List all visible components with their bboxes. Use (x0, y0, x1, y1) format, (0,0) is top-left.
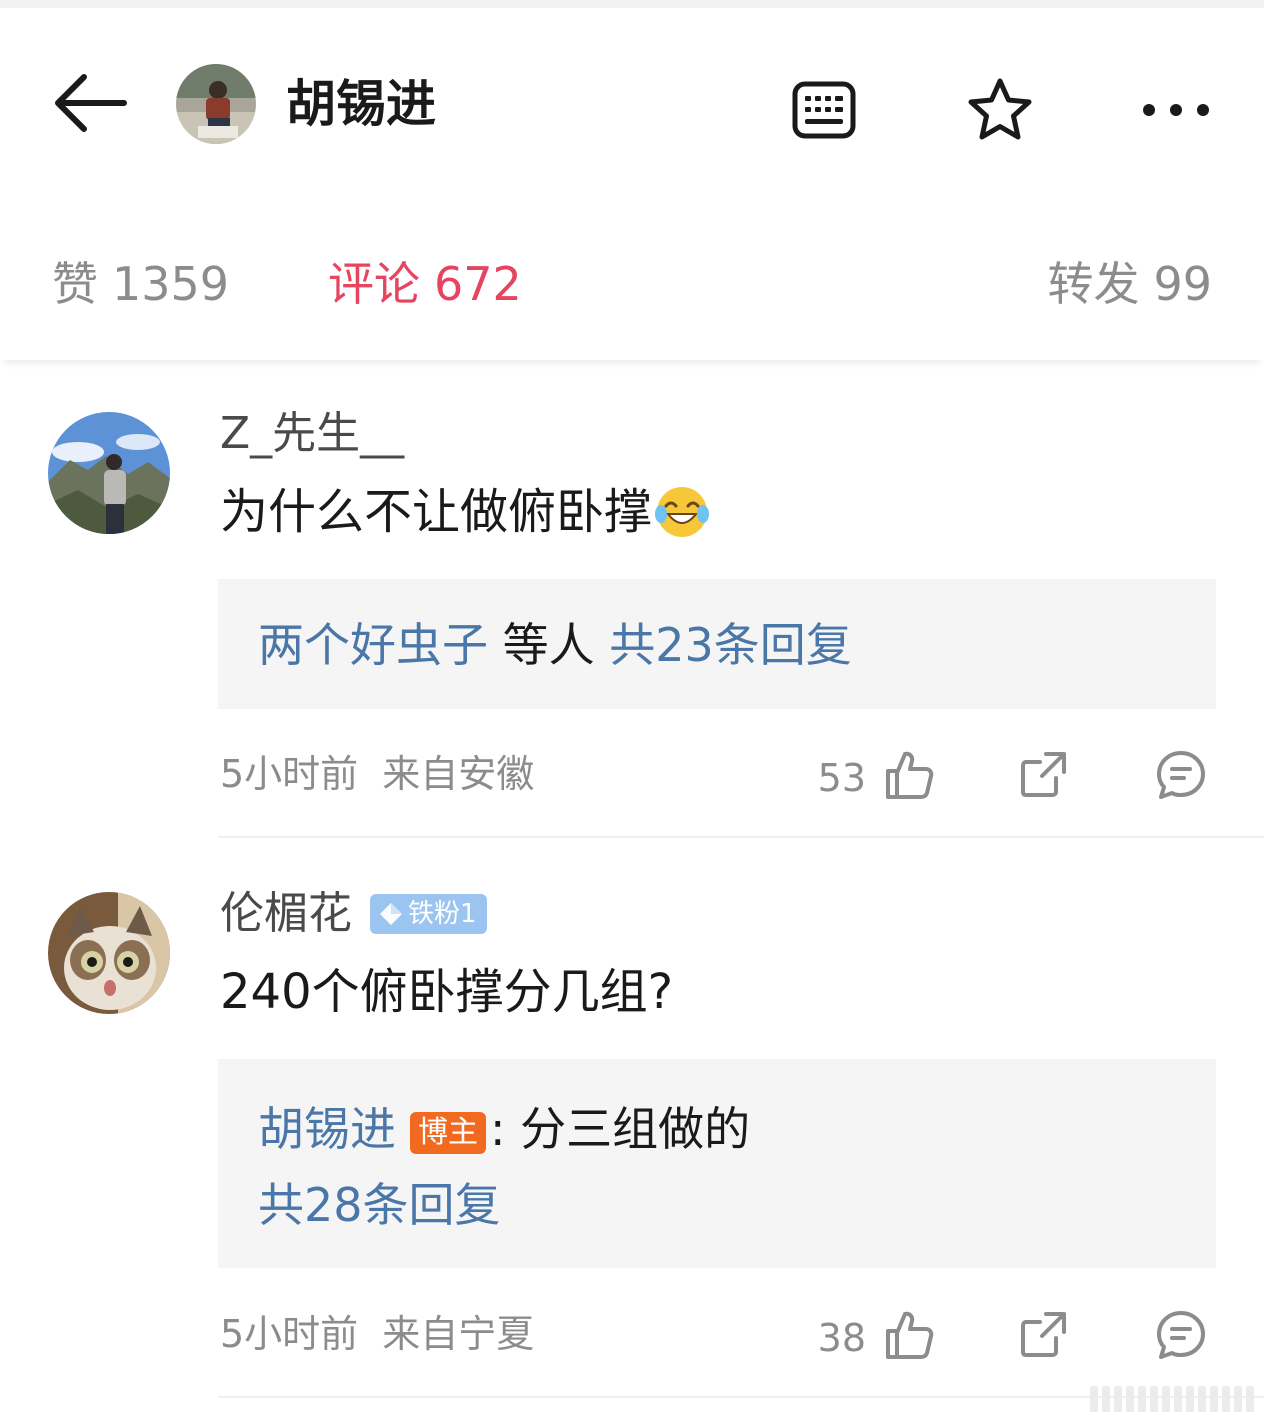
likes-label: 赞 (52, 257, 98, 311)
like-button[interactable] (880, 1306, 938, 1364)
reply-count-link[interactable]: 共28条回复 (258, 1178, 501, 1232)
watermark-bars (1090, 1386, 1260, 1416)
page-title: 胡锡进 (286, 75, 436, 133)
fans-badge-label: 铁粉1 (408, 899, 477, 929)
diamond-icon (380, 903, 402, 925)
reply-text: : 分三组做的 (490, 1102, 751, 1156)
comment-time: 5小时前 (220, 1312, 359, 1356)
timeline-button[interactable] (788, 76, 860, 144)
tab-reposts[interactable]: 转发 99 (1047, 254, 1212, 314)
star-icon (968, 78, 1032, 140)
like-button[interactable] (880, 746, 938, 804)
comment-body: 为什么不让做俯卧撑 (220, 484, 653, 540)
reply-author-link[interactable]: 胡锡进 (258, 1102, 396, 1156)
author-avatar[interactable] (176, 64, 256, 144)
reply-summary[interactable]: 胡锡进 博主: 分三组做的 共28条回复 (218, 1059, 1216, 1268)
comment-text: 240个俯卧撑分几组? (220, 962, 673, 1022)
username: Z_先生__ (220, 408, 405, 459)
like-count: 38 (817, 1316, 866, 1360)
comment-body: 240个俯卧撑分几组? (220, 964, 674, 1020)
commenter-name[interactable]: Z_先生__ (220, 408, 404, 460)
share-button[interactable] (1016, 1306, 1072, 1362)
post-header: 胡锡进 赞 1359 评论 672 转发 99 (0, 8, 1264, 360)
reply-summary[interactable]: 两个好虫子 等人 共23条回复 (218, 579, 1216, 709)
comment-time: 5小时前 (220, 752, 359, 796)
commenter-name[interactable]: 伦楣花 铁粉1 (220, 888, 487, 940)
back-arrow-icon (55, 74, 127, 132)
share-icon (1021, 752, 1066, 797)
commenter-avatar[interactable] (48, 892, 170, 1014)
comment-text: 为什么不让做俯卧撑 (220, 482, 710, 542)
back-button[interactable] (48, 68, 132, 138)
more-button[interactable] (1136, 90, 1216, 130)
favorite-button[interactable] (962, 72, 1038, 148)
more-icon (1143, 104, 1209, 116)
reposts-count: 99 (1153, 257, 1212, 311)
comments-count: 672 (434, 257, 522, 311)
comment-meta: 5小时前 来自宁夏 (220, 1310, 534, 1358)
like-count: 53 (817, 756, 866, 800)
tab-likes[interactable]: 赞 1359 (52, 254, 229, 314)
host-badge: 博主 (410, 1111, 486, 1154)
comment-location: 来自宁夏 (382, 1312, 535, 1356)
fans-badge: 铁粉1 (370, 894, 487, 934)
tab-comments[interactable]: 评论 672 (328, 254, 522, 314)
likes-count: 1359 (112, 257, 230, 311)
comment-icon (1157, 751, 1205, 799)
thumbs-up-icon (886, 751, 934, 799)
comments-label: 评论 (328, 257, 420, 311)
laughing-with-tears-icon (655, 487, 710, 537)
thumbs-up-icon (886, 1311, 934, 1359)
username: 伦楣花 (220, 888, 352, 939)
comment-divider (218, 836, 1264, 838)
reply-button[interactable] (1152, 1306, 1210, 1364)
reply-button[interactable] (1152, 746, 1210, 804)
commenter-avatar[interactable] (48, 412, 170, 534)
timeline-icon (792, 81, 856, 139)
reposts-label: 转发 (1047, 257, 1140, 311)
reply-connector: 等人 (488, 618, 610, 672)
reply-count-link[interactable]: 共23条回复 (609, 618, 852, 672)
reply-users-link[interactable]: 两个好虫子 (258, 618, 488, 672)
comment-location: 来自安徽 (382, 752, 535, 796)
comment-meta: 5小时前 来自安徽 (220, 750, 534, 798)
share-button[interactable] (1016, 746, 1072, 802)
status-strip (0, 0, 1264, 8)
share-icon (1021, 1312, 1066, 1357)
comment-icon (1157, 1311, 1205, 1359)
